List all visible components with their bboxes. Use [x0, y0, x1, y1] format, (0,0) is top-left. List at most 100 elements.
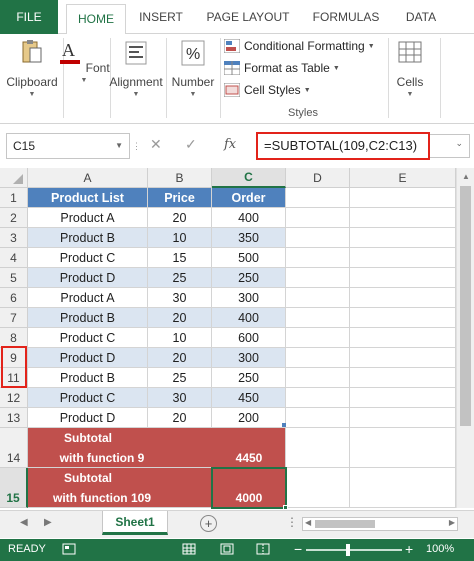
empty-cell[interactable]	[350, 408, 456, 428]
zoom-slider-knob[interactable]	[346, 544, 350, 556]
macro-record-icon[interactable]	[62, 543, 76, 555]
table-cell-product[interactable]: Product C	[28, 248, 148, 268]
name-box[interactable]: C15 ▼	[6, 133, 130, 159]
empty-cell[interactable]	[350, 228, 456, 248]
empty-cell[interactable]	[286, 388, 350, 408]
empty-cell[interactable]	[350, 328, 456, 348]
table-cell-order[interactable]: 600	[212, 328, 286, 348]
empty-cell[interactable]	[286, 288, 350, 308]
empty-cell[interactable]	[350, 348, 456, 368]
empty-cell[interactable]	[286, 368, 350, 388]
table-cell-price[interactable]: 20	[148, 308, 212, 328]
normal-view-icon[interactable]	[182, 543, 196, 555]
empty-cell[interactable]	[286, 228, 350, 248]
page-layout-view-icon[interactable]	[220, 543, 234, 555]
cell-styles-button[interactable]: Cell Styles ▼	[224, 80, 311, 100]
font-button[interactable]: A Font ▼	[56, 38, 112, 84]
next-sheet-icon[interactable]: ▶	[44, 517, 52, 528]
table-cell-product[interactable]: Product B	[28, 368, 148, 388]
formula-input[interactable]: =SUBTOTAL(109,C2:C13)	[256, 132, 430, 160]
table-cell-price[interactable]: 25	[148, 268, 212, 288]
vertical-scrollbar[interactable]: ▲	[456, 168, 474, 508]
empty-cell[interactable]	[286, 328, 350, 348]
scrollbar-thumb[interactable]	[460, 186, 471, 426]
table-cell-product[interactable]: Product C	[28, 388, 148, 408]
tab-page-layout[interactable]: PAGE LAYOUT	[200, 0, 296, 34]
row-header[interactable]: 7	[0, 308, 28, 328]
empty-cell[interactable]	[286, 348, 350, 368]
empty-cell[interactable]	[286, 468, 350, 508]
column-header-a[interactable]: A	[28, 168, 148, 188]
row-header[interactable]: 5	[0, 268, 28, 288]
table-cell-product[interactable]: Product A	[28, 288, 148, 308]
table-cell-order[interactable]: 300	[212, 288, 286, 308]
table-cell-price[interactable]: 25	[148, 368, 212, 388]
number-button[interactable]: % Number ▼	[166, 38, 220, 98]
scroll-right-icon[interactable]: ▶	[449, 518, 455, 527]
table-cell-price[interactable]: 10	[148, 328, 212, 348]
table-cell-order[interactable]: 250	[212, 368, 286, 388]
table-cell-order[interactable]: 250	[212, 268, 286, 288]
empty-cell[interactable]	[350, 188, 456, 208]
table-cell-price[interactable]: 15	[148, 248, 212, 268]
empty-cell[interactable]	[350, 208, 456, 228]
table-cell-price[interactable]: 20	[148, 208, 212, 228]
row-header[interactable]: 12	[0, 388, 28, 408]
table-cell-price[interactable]: 20	[148, 408, 212, 428]
table-cell-price[interactable]: 30	[148, 388, 212, 408]
table-cell-price[interactable]: 30	[148, 288, 212, 308]
previous-sheet-icon[interactable]: ◀	[20, 517, 28, 528]
empty-cell[interactable]	[350, 368, 456, 388]
table-cell-product[interactable]: Product D	[28, 268, 148, 288]
table-cell-order[interactable]: 400	[212, 208, 286, 228]
header-cell-product[interactable]: Product List	[28, 188, 148, 208]
table-cell-order[interactable]: 500	[212, 248, 286, 268]
table-cell-price[interactable]: 10	[148, 228, 212, 248]
row-header[interactable]: 4	[0, 248, 28, 268]
empty-cell[interactable]	[350, 308, 456, 328]
table-cell-product[interactable]: Product B	[28, 308, 148, 328]
zoom-in-icon[interactable]: +	[405, 541, 413, 557]
page-break-view-icon[interactable]	[256, 543, 270, 555]
empty-cell[interactable]	[350, 428, 456, 468]
row-header[interactable]: 8	[0, 328, 28, 348]
column-header-e[interactable]: E	[350, 168, 456, 188]
row-header[interactable]: 2	[0, 208, 28, 228]
tab-data[interactable]: DATA	[396, 0, 446, 34]
tab-home[interactable]: HOME	[66, 4, 126, 35]
zoom-out-icon[interactable]: −	[294, 541, 302, 557]
table-cell-product[interactable]: Product A	[28, 208, 148, 228]
enter-icon[interactable]: ✓	[185, 136, 197, 153]
formula-bar-expand[interactable]: ⌄	[430, 134, 470, 158]
horizontal-scrollbar[interactable]: ◀ ▶	[302, 517, 458, 531]
table-resize-handle[interactable]	[282, 423, 286, 427]
row-header[interactable]: 1	[0, 188, 28, 208]
header-cell-order[interactable]: Order	[212, 188, 286, 208]
tab-file[interactable]: FILE	[0, 0, 58, 34]
table-cell-product[interactable]: Product D	[28, 348, 148, 368]
insert-function-icon[interactable]: fx	[224, 137, 236, 152]
table-cell-product[interactable]: Product D	[28, 408, 148, 428]
format-as-table-button[interactable]: Format as Table ▼	[224, 58, 340, 78]
empty-cell[interactable]	[286, 188, 350, 208]
scroll-up-icon[interactable]: ▲	[462, 172, 470, 181]
zoom-level[interactable]: 100%	[426, 543, 454, 555]
cancel-icon[interactable]: ✕	[150, 136, 162, 153]
cells-button[interactable]: Cells ▼	[384, 38, 436, 98]
scrollbar-thumb[interactable]	[315, 520, 375, 528]
header-cell-price[interactable]: Price	[148, 188, 212, 208]
alignment-button[interactable]: Alignment ▼	[106, 38, 166, 98]
zoom-slider[interactable]	[306, 549, 402, 551]
column-header-d[interactable]: D	[286, 168, 350, 188]
table-cell-order[interactable]: 350	[212, 228, 286, 248]
table-cell-product[interactable]: Product B	[28, 228, 148, 248]
empty-cell[interactable]	[350, 248, 456, 268]
empty-cell[interactable]	[286, 268, 350, 288]
row-header[interactable]: 14	[0, 428, 28, 468]
empty-cell[interactable]	[286, 208, 350, 228]
table-cell-order[interactable]: 400	[212, 308, 286, 328]
empty-cell[interactable]	[350, 468, 456, 508]
table-cell-product[interactable]: Product C	[28, 328, 148, 348]
table-cell-order[interactable]: 450	[212, 388, 286, 408]
row-header[interactable]: 15	[0, 468, 28, 508]
